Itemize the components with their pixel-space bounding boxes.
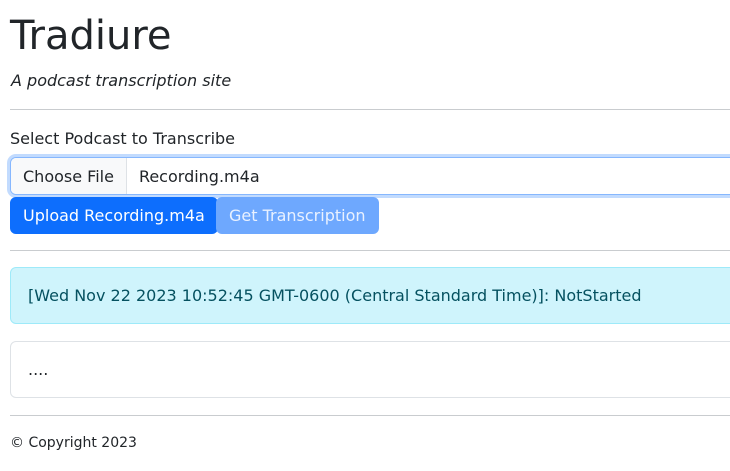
divider	[10, 415, 730, 416]
podcast-file-label: Select Podcast to Transcribe	[10, 129, 236, 148]
page: Tradiure A podcast transcription site Se…	[0, 0, 730, 471]
page-title: Tradiure	[10, 13, 172, 59]
transcription-output: ....	[10, 341, 730, 398]
status-alert: [Wed Nov 22 2023 10:52:45 GMT-0600 (Cent…	[10, 267, 730, 324]
divider	[10, 250, 730, 251]
status-message: [Wed Nov 22 2023 10:52:45 GMT-0600 (Cent…	[28, 286, 642, 305]
upload-button[interactable]: Upload Recording.m4a	[10, 197, 218, 234]
divider	[10, 109, 730, 110]
selected-file-name: Recording.m4a	[138, 166, 260, 186]
footer-copyright: © Copyright 2023	[10, 435, 137, 451]
get-transcription-button[interactable]: Get Transcription	[216, 197, 379, 234]
podcast-file-input[interactable]: Choose File Recording.m4a	[10, 157, 730, 195]
transcription-text: ....	[28, 360, 49, 379]
choose-file-button[interactable]: Choose File	[11, 158, 127, 194]
page-subtitle: A podcast transcription site	[11, 71, 232, 90]
